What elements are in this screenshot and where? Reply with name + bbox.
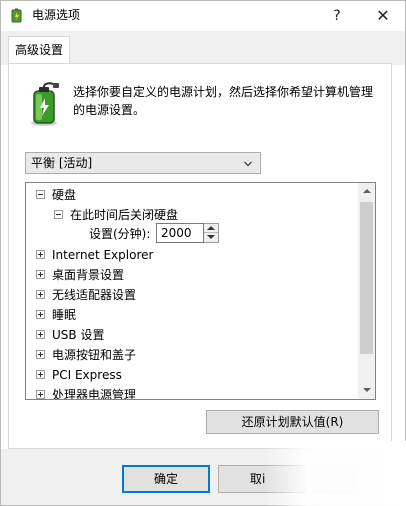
- help-button[interactable]: ?: [317, 1, 357, 31]
- expand-icon[interactable]: [36, 290, 45, 299]
- ok-button[interactable]: 确定: [122, 465, 210, 493]
- battery-plug-icon: [31, 82, 59, 126]
- power-options-window: 电源选项 ? ✕ 高级设置 选择你要自定义的电源计划，然后选择你希望计算机管理 …: [0, 0, 406, 506]
- scroll-thumb[interactable]: [360, 202, 373, 354]
- screenshot-fade-overlay: [263, 441, 406, 506]
- setting-minutes-label: 设置(分钟):: [89, 227, 151, 241]
- title-bar: 电源选项 ? ✕: [1, 1, 405, 31]
- restore-defaults-button[interactable]: 还原计划默认值(R): [206, 410, 379, 434]
- scroll-up-arrow-icon[interactable]: [358, 183, 375, 200]
- power-plan-dropdown[interactable]: 平衡 [活动]: [25, 152, 261, 174]
- expand-icon[interactable]: [36, 370, 45, 379]
- tree-scrollbar[interactable]: [358, 183, 375, 399]
- close-button[interactable]: ✕: [363, 1, 403, 31]
- intro-text: 选择你要自定义的电源计划，然后选择你希望计算机管理 的电源设置。: [73, 83, 383, 119]
- expand-icon[interactable]: [36, 270, 45, 279]
- setting-minutes-stepper[interactable]: [204, 223, 219, 243]
- scroll-down-arrow-icon[interactable]: [358, 382, 375, 399]
- expand-icon[interactable]: [36, 310, 45, 319]
- power-settings-tree[interactable]: 硬盘 在此时间后关闭硬盘 Internet Explorer 桌面背景设置 无线…: [25, 182, 376, 400]
- collapse-icon[interactable]: [54, 210, 63, 219]
- chevron-down-icon: [244, 161, 252, 167]
- expand-icon[interactable]: [36, 390, 45, 399]
- power-options-icon: [11, 8, 22, 23]
- tab-strip: 高级设置: [1, 31, 405, 65]
- collapse-icon[interactable]: [36, 190, 45, 199]
- expand-icon[interactable]: [36, 250, 45, 259]
- expand-icon[interactable]: [36, 330, 45, 339]
- intro-line-1: 选择你要自定义的电源计划，然后选择你希望计算机管理: [73, 85, 374, 99]
- expand-icon[interactable]: [36, 350, 45, 359]
- spin-down-icon[interactable]: [204, 233, 218, 242]
- spin-up-icon[interactable]: [204, 224, 218, 233]
- setting-minutes-input[interactable]: 2000: [156, 223, 204, 243]
- intro-line-2: 的电源设置。: [73, 103, 146, 117]
- window-title: 电源选项: [32, 8, 81, 22]
- tab-advanced-settings[interactable]: 高级设置: [8, 36, 70, 64]
- power-plan-selected: 平衡 [活动]: [31, 156, 93, 170]
